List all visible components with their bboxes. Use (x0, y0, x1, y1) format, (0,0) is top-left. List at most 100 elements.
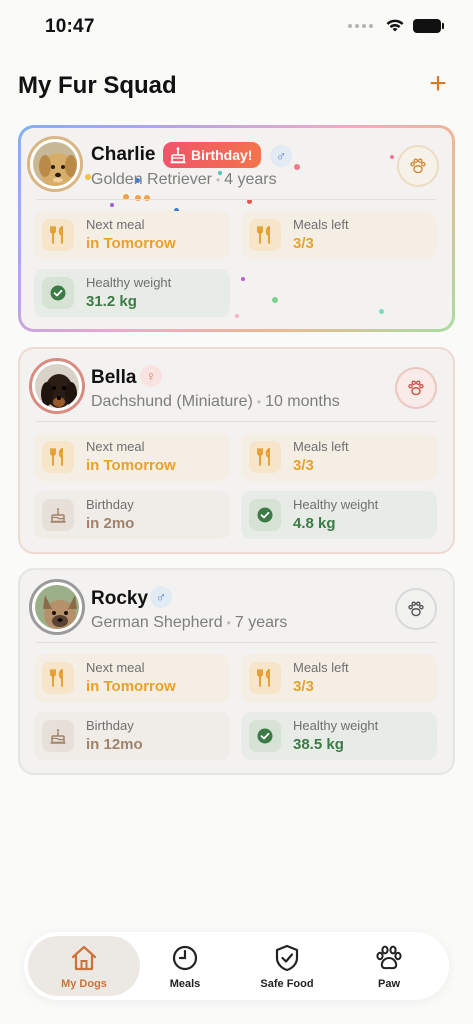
healthy-weight-tile[interactable]: Healthy weight 38.5 kg (241, 712, 437, 760)
page-title: My Fur Squad (18, 72, 177, 99)
next-meal-tile[interactable]: Next meal in Tomorrow (34, 433, 230, 481)
tile-value: in Tomorrow (86, 678, 176, 695)
checkmark-circle-icon (42, 277, 74, 309)
dog-subtitle: Dachshund (Miniature) • 10 months (91, 393, 340, 411)
avatar-bella (29, 358, 85, 414)
dog-photo (35, 364, 79, 408)
status-indicators (348, 18, 444, 33)
tile-value: in Tomorrow (86, 235, 176, 252)
shield-check-icon (275, 944, 299, 972)
fork-knife-icon (249, 662, 281, 694)
checkmark-circle-icon (249, 499, 281, 531)
fork-knife-icon (249, 441, 281, 473)
dog-age: 10 months (265, 393, 340, 410)
dog-name: Bella (91, 367, 137, 388)
status-bar: 10:47 (0, 0, 473, 54)
birthday-badge-label: Birthday! (191, 147, 253, 163)
fork-knife-icon (42, 219, 74, 251)
tab-bar: My Dogs Meals Safe Food Paw (24, 932, 449, 1000)
tab-my-dogs[interactable]: My Dogs (28, 936, 140, 996)
divider (36, 421, 437, 422)
confetti-dot (390, 155, 394, 159)
paw-icon (376, 945, 402, 970)
confetti-dot (294, 164, 300, 170)
dog-subtitle: German Shepherd • 7 years (91, 614, 287, 632)
signal-icon (348, 23, 373, 28)
dog-card-bella[interactable]: Bella ♀ Dachshund (Miniature) • 10 months … (18, 347, 455, 554)
confetti-dot (272, 297, 278, 303)
tile-value: 4.8 kg (293, 515, 336, 532)
fork-knife-icon (42, 662, 74, 694)
status-time: 10:47 (45, 16, 95, 37)
separator-dot: • (256, 395, 262, 409)
tile-value: 38.5 kg (293, 736, 344, 753)
tab-label: Safe Food (260, 978, 314, 990)
tile-label: Meals left (293, 439, 349, 454)
dog-card-charlie[interactable]: Charlie Birthday! ♂ Golden Retriever • 4 y… (18, 125, 455, 332)
clock-icon (172, 945, 198, 971)
fork-knife-icon (42, 441, 74, 473)
battery-icon (413, 18, 444, 33)
tile-label: Next meal (86, 439, 145, 454)
birthday-tile[interactable]: Birthday in 12mo (34, 712, 230, 760)
confetti-dot (379, 309, 384, 314)
next-meal-tile[interactable]: Next meal in Tomorrow (34, 654, 230, 702)
dog-breed: German Shepherd (91, 614, 223, 631)
separator-dot: • (226, 616, 231, 630)
next-meal-tile[interactable]: Next meal in Tomorrow (34, 211, 230, 259)
healthy-weight-tile[interactable]: Healthy weight 31.2 kg (34, 269, 230, 317)
dog-card-rocky[interactable]: Rocky ♂ German Shepherd • 7 years Next mea… (18, 568, 455, 775)
tile-label: Meals left (293, 217, 349, 232)
tab-safe-food[interactable]: Safe Food (231, 936, 343, 996)
checkmark-circle-icon (249, 720, 281, 752)
tile-label: Birthday (86, 718, 134, 733)
dog-photo (33, 142, 77, 186)
dog-name: Rocky (91, 588, 149, 609)
header: My Fur Squad + (18, 68, 455, 104)
paw-button[interactable] (397, 145, 439, 187)
confetti-dot (135, 195, 141, 201)
wifi-icon (386, 19, 404, 32)
dog-photo (35, 585, 79, 629)
confetti-dot (110, 203, 114, 207)
tile-value: 3/3 (293, 678, 314, 695)
gender-male-icon: ♂ (270, 145, 292, 167)
avatar-rocky (29, 579, 85, 635)
tile-value: 3/3 (293, 457, 314, 474)
confetti-dot (144, 195, 150, 201)
tab-meals[interactable]: Meals (129, 936, 241, 996)
tab-label: Meals (169, 978, 201, 990)
birthday-badge: Birthday! (163, 142, 262, 168)
paw-button[interactable] (395, 588, 437, 630)
meals-left-tile[interactable]: Meals left 3/3 (241, 654, 437, 702)
separator-dot: • (215, 173, 221, 187)
fork-knife-icon (249, 219, 281, 251)
house-icon (71, 945, 97, 971)
cake-icon (42, 499, 74, 531)
tile-value: in Tomorrow (86, 457, 176, 474)
tile-label: Healthy weight (293, 718, 379, 733)
paw-button[interactable] (395, 367, 437, 409)
meals-left-tile[interactable]: Meals left 3/3 (241, 211, 437, 259)
divider (37, 199, 436, 200)
meals-left-tile[interactable]: Meals left 3/3 (241, 433, 437, 481)
cake-icon (170, 146, 186, 172)
paw-icon (408, 601, 424, 617)
tile-label: Healthy weight (293, 497, 379, 512)
tile-label: Healthy weight (86, 275, 172, 290)
dog-breed: Dachshund (Miniature) (91, 393, 253, 410)
dog-age: 7 years (234, 614, 288, 631)
birthday-tile[interactable]: Birthday in 2mo (34, 491, 230, 539)
tile-label: Next meal (86, 660, 145, 675)
tab-paw[interactable]: Paw (333, 936, 445, 996)
divider (36, 642, 437, 643)
tile-label: Birthday (86, 497, 134, 512)
tile-value: in 12mo (86, 736, 143, 753)
healthy-weight-tile[interactable]: Healthy weight 4.8 kg (241, 491, 437, 539)
avatar-charlie (27, 136, 83, 192)
add-dog-button[interactable]: + (421, 68, 455, 102)
dog-subtitle: Golden Retriever • 4 years (91, 171, 277, 189)
paw-icon (408, 380, 424, 396)
confetti-dot (235, 314, 239, 318)
tab-label: My Dogs (61, 978, 107, 990)
